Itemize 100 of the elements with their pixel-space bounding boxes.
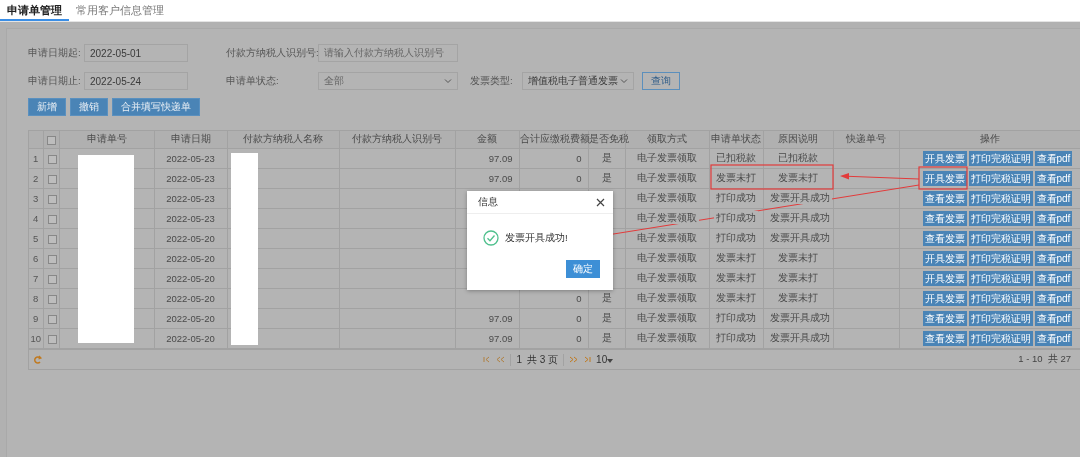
row-action-button[interactable]: 打印完税证明 bbox=[968, 271, 1033, 286]
row-action-button[interactable]: 打印完税证明 bbox=[968, 151, 1033, 166]
row-action-button[interactable]: 打印完税证明 bbox=[968, 291, 1033, 306]
table-cell: 是 bbox=[599, 171, 614, 184]
row-number: 10 bbox=[30, 333, 42, 344]
row-action-button[interactable]: 查看pdf bbox=[1034, 231, 1073, 246]
table-cell: 电子发票领取 bbox=[635, 171, 699, 184]
table-cell: 已扣税款 bbox=[714, 151, 758, 164]
table-cell: 电子发票领取 bbox=[635, 291, 699, 304]
page-count: 共 3 页 bbox=[526, 352, 559, 367]
record-summary: 1 - 10 共 27 bbox=[1018, 353, 1071, 366]
checkbox[interactable] bbox=[47, 335, 57, 344]
checkbox[interactable] bbox=[47, 215, 57, 224]
tab[interactable]: 常用客户信息管理 bbox=[69, 0, 171, 21]
row-number: 8 bbox=[33, 293, 39, 304]
table-cell: 电子发票领取 bbox=[635, 191, 699, 204]
table-cell: 电子发票领取 bbox=[635, 151, 699, 164]
caret-icon bbox=[607, 359, 614, 363]
checkbox[interactable] bbox=[47, 235, 57, 244]
row-action-button[interactable]: 打印完税证明 bbox=[968, 231, 1033, 246]
row-action-button[interactable]: 查看pdf bbox=[1034, 311, 1073, 326]
field-label: 发票类型: bbox=[470, 74, 514, 88]
checkbox[interactable] bbox=[46, 136, 56, 145]
row-action-button[interactable]: 查看发票 bbox=[922, 211, 967, 226]
checkbox[interactable] bbox=[47, 275, 57, 284]
row-action-button[interactable]: 查看pdf bbox=[1034, 211, 1073, 226]
row-action-button[interactable]: 打印完税证明 bbox=[968, 171, 1033, 186]
action-button[interactable]: 合并填写快递单 bbox=[112, 98, 200, 116]
row-action-button[interactable]: 开具发票 bbox=[922, 251, 967, 266]
row-action-button[interactable]: 查看pdf bbox=[1034, 151, 1073, 166]
column-header: 申请单状态 bbox=[711, 133, 761, 144]
table-cell: 发票开具成功 bbox=[767, 191, 832, 204]
row-action-button[interactable]: 查看pdf bbox=[1034, 191, 1073, 206]
checkbox[interactable] bbox=[47, 155, 57, 164]
column-header: 是否免税 bbox=[588, 133, 629, 144]
row-action-button[interactable]: 开具发票 bbox=[922, 291, 967, 306]
checkbox[interactable] bbox=[47, 175, 57, 184]
row-number: 7 bbox=[33, 273, 39, 284]
input-field[interactable]: 请输入付款方纳税人识别号 bbox=[318, 44, 458, 62]
checkbox[interactable] bbox=[47, 255, 57, 264]
row-action-button[interactable]: 查看pdf bbox=[1034, 291, 1073, 306]
previous-page-icon[interactable] bbox=[496, 356, 506, 363]
table-cell: 是 bbox=[599, 291, 614, 304]
dropdown[interactable]: 全部 bbox=[318, 72, 458, 90]
field-label: 申请日期起: bbox=[28, 46, 82, 60]
row-action-button[interactable]: 打印完税证明 bbox=[968, 251, 1033, 266]
highlight-box bbox=[918, 166, 968, 190]
table-cell: 电子发票领取 bbox=[635, 231, 699, 244]
row-action-button[interactable]: 查看pdf bbox=[1034, 251, 1073, 266]
row-action-button[interactable]: 打印完税证明 bbox=[968, 211, 1033, 226]
action-button[interactable]: 撤销 bbox=[70, 98, 108, 116]
table-cell: 电子发票领取 bbox=[635, 331, 699, 344]
column-header: 合计应缴税费额 bbox=[519, 133, 590, 144]
row-action-button[interactable]: 开具发票 bbox=[922, 171, 967, 186]
row-number: 3 bbox=[33, 193, 39, 204]
row-action-button[interactable]: 打印完税证明 bbox=[968, 331, 1033, 346]
checkbox[interactable] bbox=[47, 295, 57, 304]
dropdown[interactable]: 增值税电子普通发票 bbox=[522, 72, 634, 90]
table-cell: 电子发票领取 bbox=[635, 311, 699, 324]
search-button[interactable]: 查询 bbox=[642, 72, 680, 90]
table-cell: 打印成功 bbox=[714, 331, 758, 344]
close-icon[interactable] bbox=[596, 197, 605, 207]
table-cell: 电子发票领取 bbox=[635, 211, 699, 224]
row-action-button[interactable]: 查看发票 bbox=[922, 191, 967, 206]
row-action-button[interactable]: 查看pdf bbox=[1034, 171, 1073, 186]
input-field[interactable]: 2022-05-01 bbox=[84, 44, 188, 62]
next-page-icon[interactable] bbox=[569, 356, 579, 363]
input-field[interactable]: 2022-05-24 bbox=[84, 72, 188, 90]
row-action-button[interactable]: 查看pdf bbox=[1034, 271, 1073, 286]
row-action-button[interactable]: 查看发票 bbox=[922, 311, 967, 326]
column-header: 原因说明 bbox=[778, 133, 818, 144]
table-cell: 发票未打 bbox=[776, 291, 820, 304]
field-label: 申请单状态: bbox=[226, 74, 280, 88]
field-label: 申请日期止: bbox=[28, 74, 82, 88]
row-action-button[interactable]: 打印完税证明 bbox=[968, 311, 1033, 326]
row-action-button[interactable]: 查看发票 bbox=[922, 331, 967, 346]
dialog-title: 信息 bbox=[478, 195, 498, 209]
confirm-button[interactable]: 确定 bbox=[566, 260, 600, 278]
column-header: 领取方式 bbox=[647, 133, 687, 144]
refresh-icon[interactable] bbox=[33, 354, 43, 365]
row-action-button[interactable]: 开具发票 bbox=[922, 151, 967, 166]
table-cell: 打印成功 bbox=[714, 191, 758, 204]
row-number: 4 bbox=[33, 213, 39, 224]
table-cell: 电子发票领取 bbox=[635, 251, 699, 264]
table-cell: 是 bbox=[599, 311, 614, 324]
action-button[interactable]: 新增 bbox=[28, 98, 66, 116]
last-page-icon[interactable] bbox=[583, 356, 592, 363]
row-action-button[interactable]: 查看pdf bbox=[1034, 331, 1073, 346]
table-cell: 打印成功 bbox=[714, 211, 758, 224]
checkbox[interactable] bbox=[47, 315, 57, 324]
first-page-icon[interactable] bbox=[483, 356, 492, 363]
row-number: 6 bbox=[33, 253, 39, 264]
page-size-select[interactable]: 10 bbox=[596, 354, 614, 365]
field-label: 付款方纳税人识别号: bbox=[226, 46, 318, 60]
checkbox[interactable] bbox=[47, 195, 57, 204]
row-action-button[interactable]: 打印完税证明 bbox=[968, 191, 1033, 206]
table-cell: 是 bbox=[599, 151, 614, 164]
row-action-button[interactable]: 开具发票 bbox=[922, 271, 967, 286]
page-number-field[interactable]: 1 bbox=[516, 354, 522, 365]
row-action-button[interactable]: 查看发票 bbox=[922, 231, 967, 246]
